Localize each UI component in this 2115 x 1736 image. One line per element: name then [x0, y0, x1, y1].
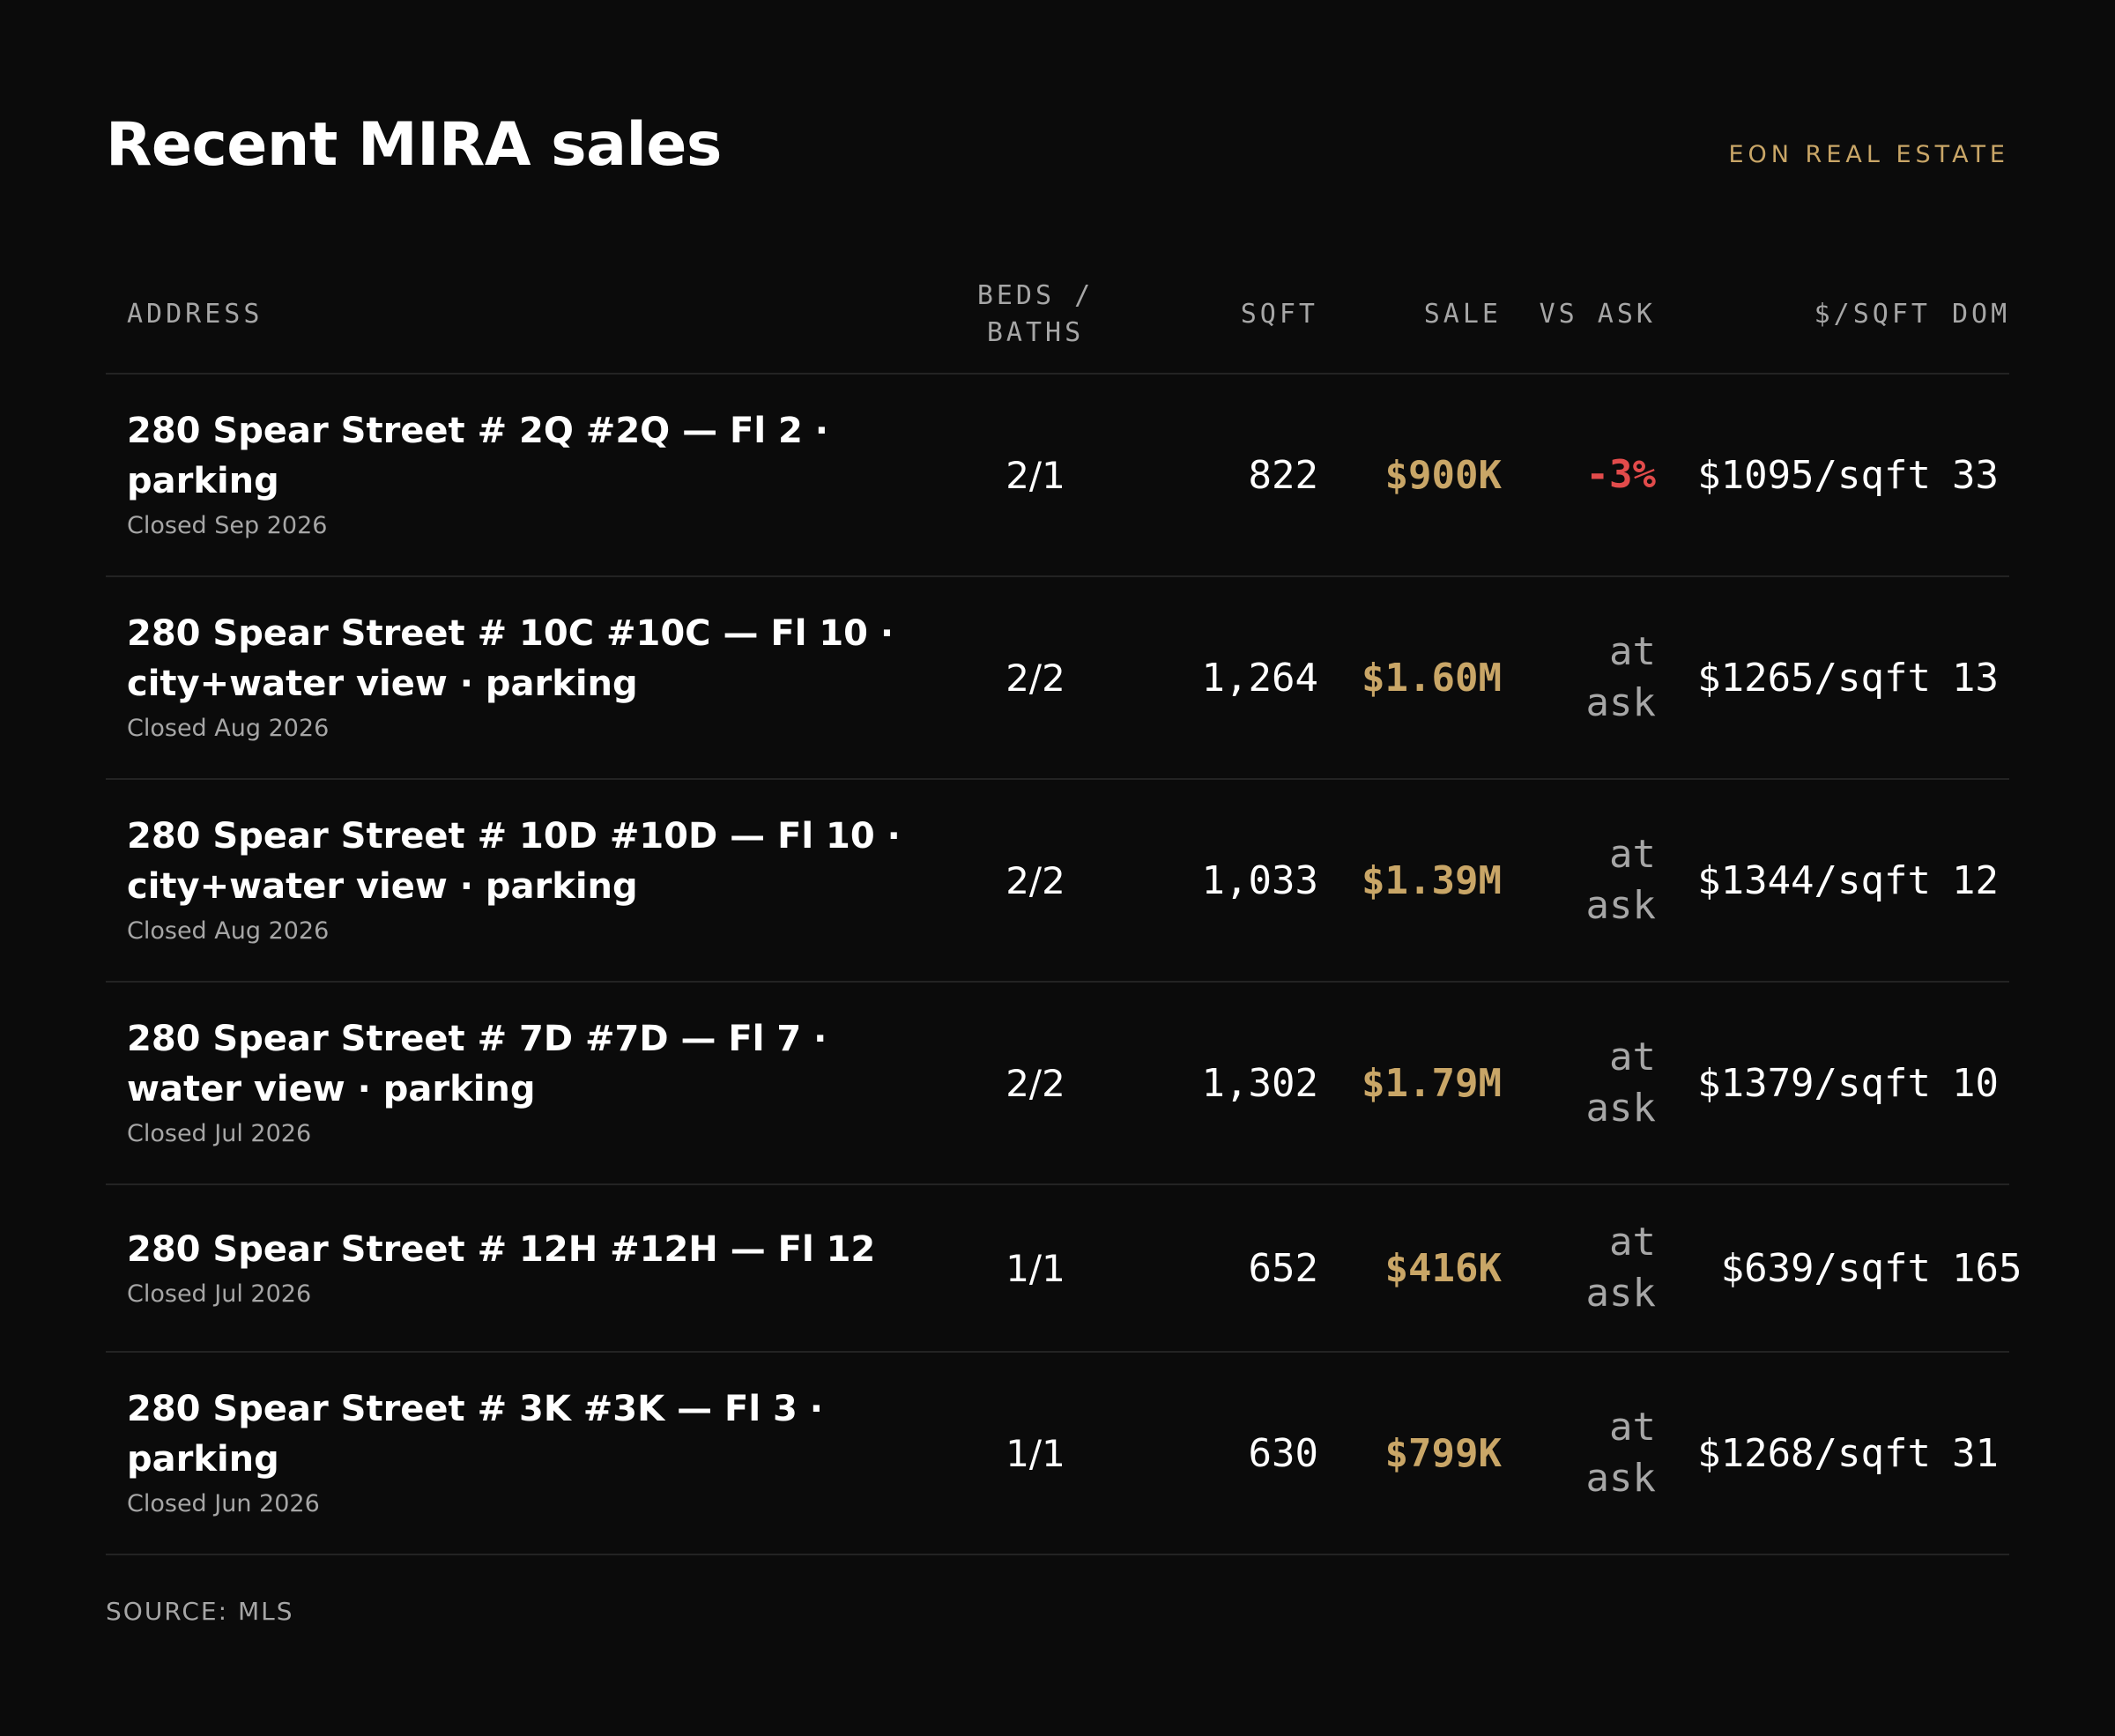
vs-ask-cell: at ask — [1523, 576, 1677, 780]
column-header-beds-baths: BEDS / BATHS — [943, 256, 1128, 375]
table-row: 280 Spear Street # 2Q #2Q — Fl 2 · parki… — [106, 374, 2009, 577]
closed-date: Closed Aug 2026 — [127, 917, 330, 945]
sqft-cell: 652 — [1128, 1184, 1340, 1353]
address-cell: 280 Spear Street # 12H #12H — Fl 12 Clos… — [106, 1184, 943, 1353]
address-cell: 280 Spear Street # 10C #10C — Fl 10 · ci… — [106, 576, 943, 780]
beds-baths-cell: 1/1 — [943, 1352, 1128, 1555]
table-row: 280 Spear Street # 10C #10C — Fl 10 · ci… — [106, 576, 2009, 780]
sale-price-cell: $900K — [1340, 374, 1523, 577]
sqft-cell: 630 — [1128, 1352, 1340, 1555]
address-cell: 280 Spear Street # 7D #7D — Fl 7 · water… — [106, 982, 943, 1185]
sqft-cell: 1,033 — [1128, 779, 1340, 983]
sale-price-cell: $416K — [1340, 1184, 1523, 1353]
beds-baths-cell: 2/1 — [943, 374, 1128, 577]
price-per-sqft-cell: $1379/sqft — [1677, 982, 1952, 1185]
source-note: SOURCE: MLS — [106, 1597, 294, 1626]
column-header-dom: DOM — [1952, 256, 2009, 375]
closed-date: Closed Aug 2026 — [127, 715, 330, 742]
sale-price-cell: $1.79M — [1340, 982, 1523, 1185]
beds-baths-cell: 2/2 — [943, 779, 1128, 983]
address-text: 280 Spear Street # 12H #12H — Fl 12 — [127, 1228, 876, 1270]
dom-cell: 33 — [1952, 374, 2009, 577]
table-row: 280 Spear Street # 12H #12H — Fl 12 Clos… — [106, 1184, 2022, 1353]
price-per-sqft-cell: $1344/sqft — [1677, 779, 1952, 983]
dom-cell: 12 — [1952, 779, 2009, 983]
address-cell: 280 Spear Street # 10D #10D — Fl 10 · ci… — [106, 779, 943, 983]
closed-date: Closed Jul 2026 — [127, 1120, 312, 1147]
address-cell: 280 Spear Street # 2Q #2Q — Fl 2 · parki… — [106, 374, 943, 577]
sqft-cell: 822 — [1128, 374, 1340, 577]
beds-baths-cell: 2/2 — [943, 576, 1128, 780]
price-per-sqft-cell: $639/sqft — [1677, 1184, 1952, 1353]
column-header-price-per-sqft: $/SQFT — [1677, 256, 1952, 375]
sqft-cell: 1,264 — [1128, 576, 1340, 780]
sale-price-cell: $1.39M — [1340, 779, 1523, 983]
beds-baths-cell: 2/2 — [943, 982, 1128, 1185]
dom-cell: 31 — [1952, 1352, 2009, 1555]
address-cell: 280 Spear Street # 3K #3K — Fl 3 · parki… — [106, 1352, 943, 1555]
sales-table: ADDRESS BEDS / BATHS SQFT SALE VS ASK $/… — [106, 256, 2022, 1555]
vs-ask-cell: at ask — [1523, 779, 1677, 983]
column-header-sqft: SQFT — [1128, 256, 1340, 375]
address-text: 280 Spear Street # 10C #10C — Fl 10 · ci… — [127, 613, 894, 704]
vs-ask-cell: at ask — [1523, 982, 1677, 1185]
sale-price-cell: $1.60M — [1340, 576, 1523, 780]
dom-cell: 10 — [1952, 982, 2009, 1185]
address-text: 280 Spear Street # 3K #3K — Fl 3 · parki… — [127, 1389, 823, 1480]
price-per-sqft-cell: $1265/sqft — [1677, 576, 1952, 780]
address-text: 280 Spear Street # 2Q #2Q — Fl 2 · parki… — [127, 411, 828, 501]
brand-label: EON REAL ESTATE — [1728, 141, 2009, 168]
table-header-row: ADDRESS BEDS / BATHS SQFT SALE VS ASK $/… — [106, 256, 2009, 375]
vs-ask-cell: at ask — [1523, 1352, 1677, 1555]
column-header-address: ADDRESS — [106, 256, 943, 375]
price-per-sqft-cell: $1268/sqft — [1677, 1352, 1952, 1555]
header: Recent MIRA sales EON REAL ESTATE — [106, 106, 2009, 185]
price-per-sqft-cell: $1095/sqft — [1677, 374, 1952, 577]
vs-ask-cell: -3% — [1523, 374, 1677, 577]
sqft-cell: 1,302 — [1128, 982, 1340, 1185]
vs-ask-cell: at ask — [1523, 1184, 1677, 1353]
column-header-sale: SALE — [1340, 256, 1523, 375]
closed-date: Closed Jun 2026 — [127, 1490, 320, 1517]
table-row: 280 Spear Street # 7D #7D — Fl 7 · water… — [106, 982, 2009, 1185]
dom-cell: 165 — [1952, 1184, 2022, 1353]
address-text: 280 Spear Street # 7D #7D — Fl 7 · water… — [127, 1019, 827, 1109]
closed-date: Closed Sep 2026 — [127, 512, 328, 539]
page-title: Recent MIRA sales — [106, 110, 722, 180]
table-row: 280 Spear Street # 10D #10D — Fl 10 · ci… — [106, 779, 2009, 983]
closed-date: Closed Jul 2026 — [127, 1280, 312, 1308]
address-text: 280 Spear Street # 10D #10D — Fl 10 · ci… — [127, 816, 901, 907]
sale-price-cell: $799K — [1340, 1352, 1523, 1555]
table-row: 280 Spear Street # 3K #3K — Fl 3 · parki… — [106, 1352, 2009, 1555]
dom-cell: 13 — [1952, 576, 2009, 780]
column-header-vs-ask: VS ASK — [1523, 256, 1677, 375]
beds-baths-cell: 1/1 — [943, 1184, 1128, 1353]
